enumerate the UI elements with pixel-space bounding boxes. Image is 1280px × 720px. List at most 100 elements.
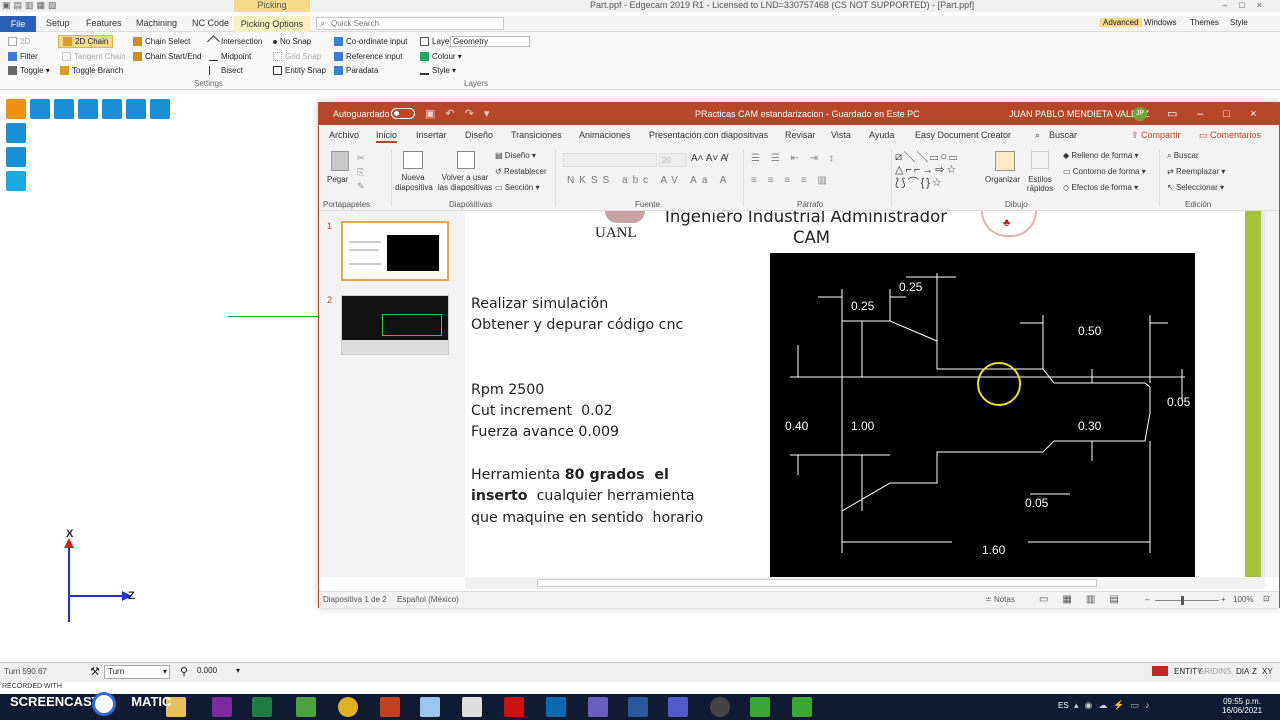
comments-button[interactable]: ▭ Comentarios xyxy=(1199,130,1261,141)
ribbon-colour[interactable]: Colour ▾ xyxy=(420,52,462,62)
ribbon-chain-start-end[interactable]: Chain Start/End xyxy=(133,52,201,62)
zoom-icon[interactable] xyxy=(102,99,122,119)
excel-icon[interactable] xyxy=(252,697,272,717)
ribbon-style[interactable]: Style ▾ xyxy=(420,66,456,76)
value-dropdown-icon[interactable]: ▾ xyxy=(236,666,240,675)
quick-access-icons[interactable]: ▣▤▥▦▧ xyxy=(2,0,60,11)
font-family-select[interactable] xyxy=(563,153,657,167)
new-slide-button[interactable]: Nueva diapositiva xyxy=(395,173,433,193)
organize-button[interactable]: Organizar xyxy=(985,175,1020,184)
zoom-in-icon[interactable]: + xyxy=(1221,595,1226,604)
find-button[interactable]: ⌕ Buscar xyxy=(1167,151,1199,161)
user-name[interactable]: JUAN PABLO MENDIETA VALDEZ xyxy=(1009,109,1149,119)
value-field[interactable]: 0.000 xyxy=(194,665,242,679)
replace-button[interactable]: ⇄ Reemplazar ▾ xyxy=(1167,167,1225,176)
zoom-slider-thumb[interactable] xyxy=(1181,596,1184,605)
ribbon-toggle-branch[interactable]: Toggle Branch xyxy=(60,66,123,76)
font-grow-icons[interactable]: A˄ A˅ A̸ xyxy=(691,153,727,164)
ribbon-2d-chain[interactable]: 2D Chain xyxy=(58,35,114,49)
menu-machining[interactable]: Machining xyxy=(136,18,177,28)
app-icon[interactable] xyxy=(296,697,316,717)
horizontal-scroll-thumb[interactable] xyxy=(537,579,1097,587)
select-button[interactable]: ↖ Seleccionar ▾ xyxy=(1167,183,1224,192)
tab-animaciones[interactable]: Animaciones xyxy=(579,130,631,140)
tab-diseno[interactable]: Diseño xyxy=(465,130,493,140)
zoom-out-icon[interactable]: – xyxy=(1145,595,1149,604)
quick-styles-icon[interactable] xyxy=(1031,151,1049,169)
layer-select[interactable]: Geometry xyxy=(450,36,530,47)
language-tray[interactable]: ES xyxy=(1058,701,1069,710)
status-dia[interactable]: DIA xyxy=(1236,667,1249,676)
ribbon-bisect[interactable]: Bisect xyxy=(209,66,243,76)
list-icons[interactable]: ☰ ☰ ⇤ ⇥ ↕ xyxy=(751,153,838,164)
ribbon-coordinate-input[interactable]: Co-ordinate input xyxy=(334,37,407,47)
teams-icon[interactable] xyxy=(668,697,688,717)
section-button[interactable]: ▭ Sección ▾ xyxy=(495,183,540,192)
iso-view-icon[interactable] xyxy=(6,123,26,143)
notepad-icon[interactable] xyxy=(420,697,440,717)
menu-features[interactable]: Features xyxy=(86,18,122,28)
acrobat-icon[interactable] xyxy=(504,697,524,717)
font-style-icons[interactable]: NKSS abc AV Aa A xyxy=(567,175,731,186)
ribbon-2d[interactable]: 2D xyxy=(8,37,30,47)
tab-revisar[interactable]: Revisar xyxy=(785,130,816,140)
tab-insertar[interactable]: Insertar xyxy=(416,130,447,140)
onenote-icon[interactable] xyxy=(212,697,232,717)
language-indicator[interactable]: Español (México) xyxy=(397,595,459,604)
edgecam-icon[interactable] xyxy=(750,697,770,717)
onenote2-icon[interactable] xyxy=(588,697,608,717)
user-avatar[interactable]: JP xyxy=(1133,107,1147,121)
tray-icons[interactable]: ▴◉☁⚡▭♪ xyxy=(1074,700,1156,711)
status-z[interactable]: Z xyxy=(1252,667,1257,676)
ribbon-toggle[interactable]: Toggle ▾ xyxy=(8,66,50,76)
status-xy[interactable]: XY xyxy=(1262,667,1273,676)
paste-button[interactable]: Pegar xyxy=(327,175,348,184)
zoom-level[interactable]: 100% xyxy=(1233,595,1253,604)
edgecam2-icon[interactable] xyxy=(792,697,812,717)
tab-archivo[interactable]: Archivo xyxy=(329,130,359,140)
fit-slide-icon[interactable]: ⊡ xyxy=(1263,594,1270,603)
autosave-toggle[interactable] xyxy=(391,108,415,119)
ribbon-tangent-chain[interactable]: Tangent Chain xyxy=(62,52,126,62)
shapes-gallery[interactable]: ⧄╲╲▭○▭ △⌐⌐→⇨☆ ⟅⟆⌒{}☆ xyxy=(895,151,975,191)
menu-file[interactable]: File xyxy=(0,16,36,32)
align-icons[interactable]: ≡ ≡ ≡ ≡ ▥ xyxy=(751,175,831,186)
list-icon[interactable] xyxy=(126,99,146,119)
tab-ayuda[interactable]: Ayuda xyxy=(869,130,894,140)
fx-icon[interactable] xyxy=(462,697,482,717)
tab-easy-document[interactable]: Easy Document Creator xyxy=(915,130,1011,140)
shape-fill-button[interactable]: ◆ Relleno de forma ▾ xyxy=(1063,151,1139,160)
font-size-select[interactable]: 20 xyxy=(659,153,687,167)
notes-button[interactable]: ≐ Notas xyxy=(985,595,1015,604)
ribbon-filter[interactable]: Filter xyxy=(8,52,38,62)
menu-picking-options[interactable]: Picking Options xyxy=(234,16,310,32)
status-grid[interactable]: GRID xyxy=(1198,667,1218,676)
ribbon-no-snap[interactable]: No Snap xyxy=(273,37,311,46)
powerpoint-icon[interactable] xyxy=(380,697,400,717)
shape-effects-button[interactable]: ◇ Efectos de forma ▾ xyxy=(1063,183,1138,192)
menu-windows[interactable]: Windows xyxy=(1144,18,1176,27)
chrome-icon[interactable] xyxy=(338,697,358,717)
reuse-slides-icon[interactable] xyxy=(457,151,475,169)
tab-presentacion[interactable]: Presentación con diapositivas xyxy=(649,130,768,140)
ribbon-paradata[interactable]: Paradata xyxy=(334,66,378,76)
new-slide-icon[interactable] xyxy=(403,151,423,169)
tab-vista[interactable]: Vista xyxy=(831,130,851,140)
layout-button[interactable]: ▤ Diseño ▾ xyxy=(495,151,536,160)
menu-nc-code[interactable]: NC Code xyxy=(192,18,229,28)
cube-view-icon[interactable] xyxy=(6,147,26,167)
clock[interactable]: 09:55 p.m. 16/06/2021 xyxy=(1222,697,1262,715)
up-view-icon[interactable] xyxy=(78,99,98,119)
ribbon-intersection[interactable]: Intersection xyxy=(207,35,262,49)
horizontal-scrollbar[interactable] xyxy=(465,577,1265,589)
view-buttons[interactable]: ▭▦▥▤ xyxy=(1039,594,1133,605)
vertical-scrollbar[interactable] xyxy=(1265,211,1279,577)
paste-icon[interactable] xyxy=(331,151,349,171)
ribbon-entity-snap[interactable]: Entity Snap xyxy=(273,66,326,76)
clipboard-small-icons[interactable]: ✂ ⎘ ✎ xyxy=(357,151,365,193)
arrange-icon[interactable] xyxy=(995,151,1015,171)
ribbon-midpoint[interactable]: Midpoint xyxy=(209,52,251,62)
share-button[interactable]: ⇪ Compartir xyxy=(1131,130,1181,141)
zoom-slider[interactable] xyxy=(1155,600,1219,601)
media-icon[interactable] xyxy=(710,697,730,717)
